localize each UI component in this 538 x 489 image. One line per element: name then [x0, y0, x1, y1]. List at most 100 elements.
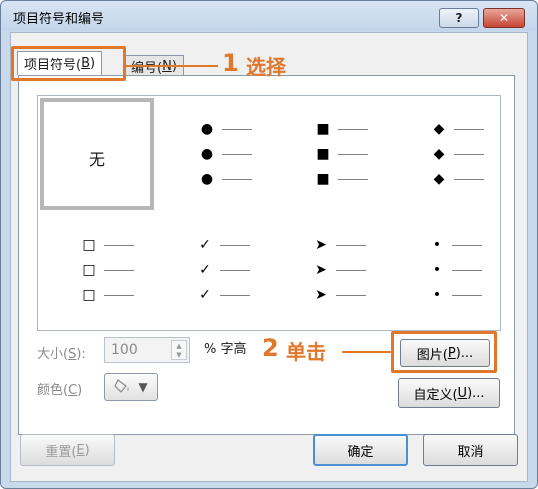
customize-button-label: 自定义( [413, 387, 458, 403]
bullet-preview-row: □ [78, 286, 134, 304]
size-spin-arrows[interactable]: ▲ ▼ [171, 340, 187, 360]
checkmark-bullet-icon: ✓ [199, 287, 211, 303]
cancel-button-label: 取消 [457, 444, 484, 460]
bullet-style-none-label: 无 [88, 150, 105, 169]
bullet-preview-row: ➤ [310, 236, 366, 254]
customize-button-hotkey: U [457, 385, 468, 401]
spin-down-icon[interactable]: ▼ [176, 351, 181, 359]
bullet-preview-line [452, 294, 482, 296]
bullet-preview-row: □ [78, 236, 134, 254]
callout-text-2: 单击 [286, 340, 326, 364]
bullet-preview-row: □ [78, 261, 134, 279]
filled-square-bullet-icon: ■ [316, 171, 330, 187]
bullet-style-small-dot[interactable]: • • • [388, 214, 502, 326]
size-unit-label: % 字高 [204, 342, 247, 357]
small-dot-bullet-icon: • [432, 262, 442, 278]
color-label-hotkey: C [68, 383, 78, 398]
reset-button-suffix: ) [84, 442, 90, 458]
hollow-square-bullet-icon: □ [82, 287, 96, 303]
bullet-preview-line [336, 244, 366, 246]
bullet-style-none[interactable]: 无 [40, 98, 154, 210]
bullet-preview-line [220, 294, 250, 296]
bullet-preview-line [104, 244, 134, 246]
dropdown-arrow-icon: ▼ [138, 380, 148, 394]
bullet-preview-row: ◆ [428, 120, 484, 138]
size-value: 100 [111, 342, 138, 358]
bullet-preview-row: ■ [312, 145, 368, 163]
bullet-preview-row: ● [196, 120, 252, 138]
ok-button-label: 确定 [347, 444, 374, 460]
bullet-preview-line [452, 269, 482, 271]
bullet-preview-row: ✓ [194, 261, 250, 279]
bullet-preview-line [104, 294, 134, 296]
checkmark-bullet-icon: ✓ [199, 237, 211, 253]
color-picker-button[interactable]: ▼ [104, 373, 158, 401]
bullet-style-checkmark[interactable]: ✓ ✓ ✓ [156, 214, 270, 326]
size-label: 大小(S): [37, 343, 86, 362]
bullet-preview-line [222, 128, 252, 130]
color-label-suffix: ) [77, 383, 83, 398]
bullet-preview-line [222, 178, 252, 180]
small-dot-bullet-icon: • [432, 237, 442, 253]
help-button[interactable]: ? [439, 8, 479, 28]
bullet-preview-row: ✓ [194, 236, 250, 254]
bullet-preview-line [220, 269, 250, 271]
arrowhead-bullet-icon: ➤ [315, 262, 327, 278]
bullet-preview-row: • [426, 236, 482, 254]
bullet-preview-row: • [426, 261, 482, 279]
bullet-preview-row: ■ [312, 120, 368, 138]
customize-button-suffix: )... [467, 385, 485, 401]
bullet-preview-row: ➤ [310, 261, 366, 279]
bullet-preview-row: ◆ [428, 170, 484, 188]
highlight-box-tab [11, 46, 126, 81]
checkmark-bullet-icon: ✓ [199, 262, 211, 278]
size-label-suffix: ): [76, 347, 86, 362]
diamond-bullet-icon: ◆ [433, 121, 445, 137]
bullet-preview-row: ● [196, 145, 252, 163]
callout-line-1 [126, 65, 218, 67]
close-button[interactable]: ✕ [483, 8, 525, 28]
filled-square-bullet-icon: ■ [316, 146, 330, 162]
bullet-preview-line [454, 153, 484, 155]
bullet-preview-row: ◆ [428, 145, 484, 163]
bullet-preview-line [336, 269, 366, 271]
highlight-box-picture [391, 331, 497, 373]
spin-up-icon[interactable]: ▲ [176, 342, 181, 350]
bullet-preview-line [222, 153, 252, 155]
bullet-style-filled-circle[interactable]: ● ● ● [156, 98, 270, 210]
customize-button[interactable]: 自定义(U)... [398, 378, 500, 408]
arrowhead-bullet-icon: ➤ [315, 287, 327, 303]
bullet-style-hollow-square[interactable]: □ □ □ [40, 214, 154, 326]
callout-line-2 [342, 351, 392, 353]
color-label-text: 颜色( [37, 383, 69, 398]
title-bar: 项目符号和编号 ? ✕ [1, 1, 537, 31]
bullet-style-filled-square[interactable]: ■ ■ ■ [272, 98, 386, 210]
ok-button[interactable]: 确定 [313, 434, 408, 466]
bullet-preview-row: ● [196, 170, 252, 188]
size-label-text: 大小( [37, 347, 69, 362]
size-spinbox[interactable]: 100 ▲ ▼ [104, 337, 190, 363]
callout-number-1: 1 [222, 49, 239, 77]
help-icon: ? [455, 11, 463, 25]
filled-circle-bullet-icon: ● [200, 121, 214, 137]
bullet-preview-line [454, 128, 484, 130]
bullet-preview-line [338, 153, 368, 155]
color-label: 颜色(C) [37, 379, 82, 398]
filled-circle-bullet-icon: ● [200, 146, 214, 162]
bullet-preview-line [220, 244, 250, 246]
diamond-bullet-icon: ◆ [433, 171, 445, 187]
bullet-preview-line [104, 269, 134, 271]
bullet-preview-row: ✓ [194, 286, 250, 304]
callout-number-2: 2 [262, 334, 279, 362]
bullet-preview-line [452, 244, 482, 246]
bullet-preview-row: • [426, 286, 482, 304]
paint-bucket-icon [114, 378, 132, 397]
bullet-style-diamond[interactable]: ◆ ◆ ◆ [388, 98, 502, 210]
reset-button[interactable]: 重置(E) [20, 434, 115, 466]
bullet-style-arrowhead[interactable]: ➤ ➤ ➤ [272, 214, 386, 326]
bullet-preview-row: ■ [312, 170, 368, 188]
filled-square-bullet-icon: ■ [316, 121, 330, 137]
reset-button-hotkey: E [76, 442, 85, 458]
callout-text-1: 选择 [246, 55, 286, 79]
cancel-button[interactable]: 取消 [423, 434, 518, 466]
